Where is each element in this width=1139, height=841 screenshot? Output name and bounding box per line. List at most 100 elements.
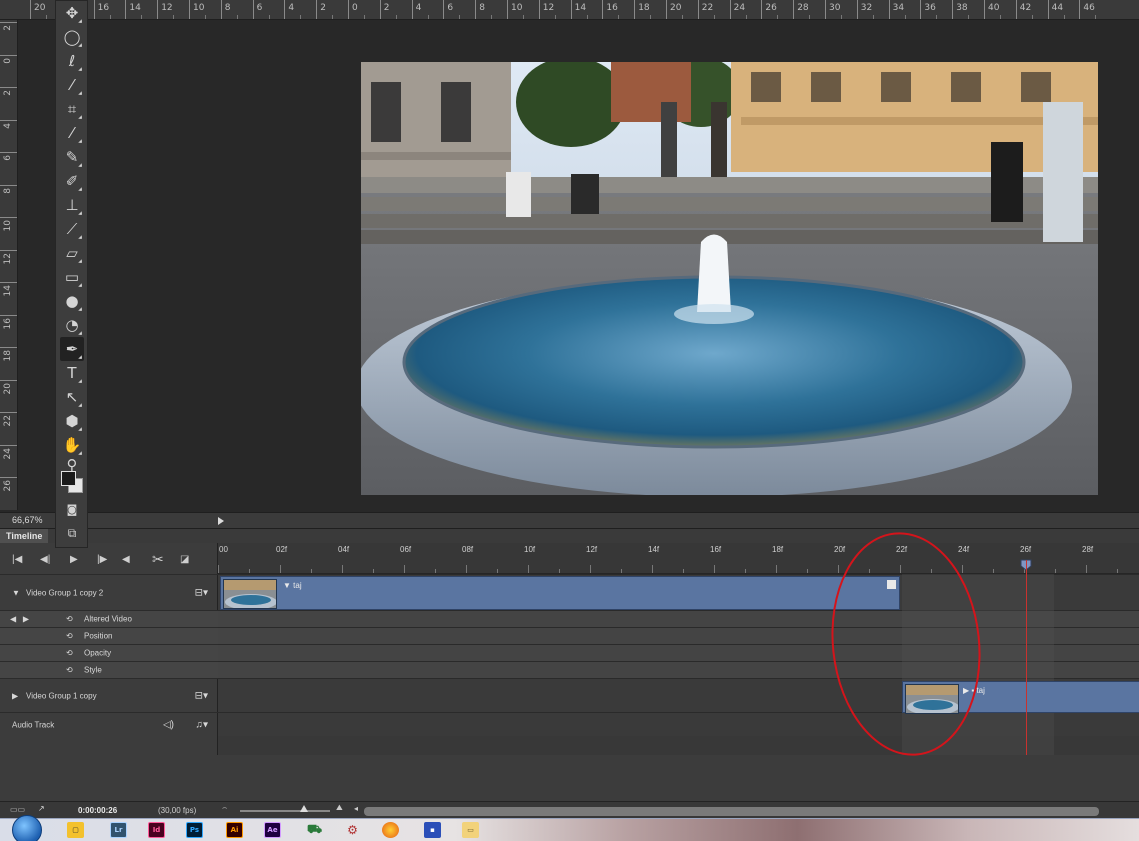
gradient-tool-icon[interactable]: ▭: [60, 265, 84, 289]
track-style[interactable]: ⟲ Style: [0, 661, 218, 678]
ruler-tick-label: 16: [606, 3, 618, 13]
next-frame-icon[interactable]: |▶: [97, 554, 107, 565]
timeline-tracks-area[interactable]: 00 02f 04f 06f 08f 10f 12f 14f 16f 18f 20f 22f 24f 26…: [218, 543, 1139, 755]
ruler-tick: 28: [793, 0, 824, 19]
time-ruler-label: 08f: [462, 545, 474, 554]
file-explorer-icon[interactable]: ▭: [462, 822, 479, 838]
time-ruler-label: 10f: [524, 545, 536, 554]
ruler-tick-label: 8: [224, 3, 231, 13]
eyedropper-tool-icon[interactable]: ⁄: [60, 121, 84, 145]
transition-icon[interactable]: ◪: [180, 554, 189, 565]
film-strip-icon[interactable]: ⊟▾: [195, 690, 208, 701]
film-strip-icon[interactable]: ⊟▾: [195, 587, 208, 598]
property-label: Opacity: [84, 648, 112, 658]
elliptical-marquee-tool-icon[interactable]: ◯: [60, 25, 84, 49]
zoom-out-icon[interactable]: ⌢: [222, 803, 227, 813]
timeline-empty-area: [0, 755, 1139, 804]
zoom-in-icon[interactable]: ⛰: [336, 803, 343, 813]
dodge-tool-icon[interactable]: ◔: [60, 313, 84, 337]
taskbar-app-ps[interactable]: Ps: [186, 822, 203, 838]
track-opacity[interactable]: ⟲ Opacity: [0, 644, 218, 661]
type-tool-icon[interactable]: T: [60, 361, 84, 385]
ruler-tick-label: 34: [892, 3, 905, 13]
music-note-icon[interactable]: ♫▾: [195, 719, 208, 730]
track-collapse-icon[interactable]: ▶: [12, 691, 18, 700]
time-ruler[interactable]: 00 02f 04f 06f 08f 10f 12f 14f 16f 18f 20f 22f 24f 26…: [218, 543, 1139, 574]
stopwatch-icon[interactable]: ⟲: [66, 615, 73, 624]
ruler-tick: 12: [0, 249, 17, 282]
firefox-icon[interactable]: [382, 822, 399, 838]
clip-end-marker[interactable]: [887, 580, 896, 589]
stopwatch-icon[interactable]: ⟲: [66, 632, 73, 641]
start-button[interactable]: [12, 815, 42, 841]
brush-tool-icon[interactable]: ✐: [60, 169, 84, 193]
track-altered-video[interactable]: ◀ ▶ ⟲ Altered Video: [0, 610, 218, 627]
time-ruler-label: 24f: [958, 545, 970, 554]
property-label: Altered Video: [84, 614, 132, 624]
timeline-scrollbar[interactable]: [364, 807, 1099, 816]
move-tool-icon[interactable]: ✥: [60, 1, 84, 25]
audio-toggle-icon[interactable]: ◀: [122, 554, 130, 565]
scroll-left-icon[interactable]: ◂: [354, 804, 358, 813]
blur-tool-icon[interactable]: ●: [60, 289, 84, 313]
time-ruler-label: 14f: [648, 545, 660, 554]
zoom-slider-knob[interactable]: [300, 805, 308, 812]
taskbar-app-ai[interactable]: Ai: [226, 822, 243, 838]
taskbar-app-ae[interactable]: Ae: [264, 822, 281, 838]
taskbar-app-lr[interactable]: Lr: [110, 822, 127, 838]
time-ruler-minor-tick: [807, 569, 808, 573]
track-label: Audio Track: [12, 720, 55, 729]
video-clip-taj-1[interactable]: ▼ taj: [220, 576, 900, 610]
ruler-tick: 10: [0, 217, 17, 249]
shape-tool-icon[interactable]: ⬢: [60, 409, 84, 433]
track-audio[interactable]: Audio Track ◁) ♫▾: [0, 712, 218, 736]
go-to-first-frame-icon[interactable]: |◀: [12, 554, 22, 565]
video-clip-taj-2[interactable]: ▶ ▪ taj: [902, 681, 1139, 714]
speaker-icon[interactable]: ◁): [163, 719, 174, 730]
ruler-tick: 24: [0, 444, 17, 477]
render-icon[interactable]: ▭▭: [10, 805, 25, 814]
track-video-group-copy-2[interactable]: ▼ Video Group 1 copy 2 ⊟▾: [0, 574, 218, 610]
app-icon[interactable]: ⚙: [344, 822, 361, 838]
expand-arrow-icon[interactable]: [216, 516, 226, 526]
pen-tool-icon[interactable]: ✒: [60, 337, 84, 361]
healing-brush-tool-icon[interactable]: ✎: [60, 145, 84, 169]
zoom-level[interactable]: 66,67%: [12, 515, 43, 525]
convert-icon[interactable]: ↗: [38, 804, 45, 813]
stopwatch-icon[interactable]: ⟲: [66, 666, 73, 675]
media-player-icon[interactable]: ▢: [67, 822, 84, 838]
document-canvas[interactable]: [18, 20, 1139, 512]
ruler-tick-label: 30: [829, 3, 841, 13]
track-video-group-copy[interactable]: ▶ Video Group 1 copy ⊟▾: [0, 678, 218, 712]
quick-selection-tool-icon[interactable]: ⁄: [60, 73, 84, 97]
timeline-zoom-slider[interactable]: [240, 810, 330, 812]
timeline-tab[interactable]: Timeline: [0, 529, 49, 543]
path-selection-tool-icon[interactable]: ↖: [60, 385, 84, 409]
color-swatches[interactable]: [61, 471, 85, 495]
lasso-tool-icon[interactable]: ℓ: [60, 49, 84, 73]
taskbar-app-id[interactable]: Id: [148, 822, 165, 838]
track-position[interactable]: ⟲ Position: [0, 627, 218, 644]
clone-stamp-tool-icon[interactable]: ⊥: [60, 193, 84, 217]
play-icon[interactable]: ▶: [70, 554, 78, 565]
split-scissors-icon[interactable]: ✂: [152, 551, 164, 568]
time-ruler-label: 18f: [772, 545, 784, 554]
screen-mode-icon[interactable]: ⧉: [60, 521, 84, 545]
track-expand-icon[interactable]: ▼: [12, 588, 20, 597]
keyframe-nav-icon[interactable]: ◀ ▶: [10, 615, 29, 624]
current-time[interactable]: 0:00:00:26: [78, 806, 117, 815]
ruler-tick: 18: [0, 347, 17, 379]
history-brush-tool-icon[interactable]: ⟋: [60, 217, 84, 241]
horizontal-ruler: 2018161412108642024681012141618202224262…: [0, 0, 1139, 20]
app-icon[interactable]: ▪: [424, 822, 441, 838]
ruler-tick-label: 26: [765, 3, 777, 13]
foreground-color-swatch[interactable]: [61, 471, 76, 486]
crop-tool-icon[interactable]: ⌗: [60, 97, 84, 121]
playhead-line: [1026, 560, 1027, 755]
stopwatch-icon[interactable]: ⟲: [66, 649, 73, 658]
quick-mask-icon[interactable]: ◙: [60, 497, 84, 521]
app-icon[interactable]: ⛟: [306, 822, 323, 838]
eraser-tool-icon[interactable]: ▱: [60, 241, 84, 265]
previous-frame-icon[interactable]: ◀|: [40, 554, 50, 565]
property-label: Position: [84, 631, 113, 641]
